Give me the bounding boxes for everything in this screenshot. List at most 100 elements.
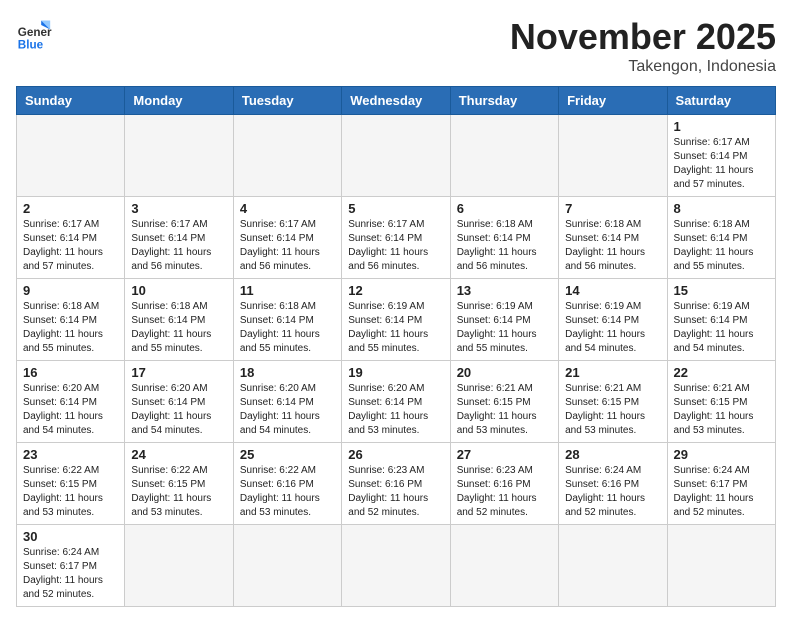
weekday-header-thursday: Thursday [450,87,558,115]
cell-info: Sunrise: 6:22 AM Sunset: 6:15 PM Dayligh… [131,464,226,520]
cell-info: Sunrise: 6:18 AM Sunset: 6:14 PM Dayligh… [131,300,226,356]
day-number: 13 [457,283,552,298]
day-number: 23 [23,447,118,462]
weekday-header-wednesday: Wednesday [342,87,450,115]
calendar-cell: 28 Sunrise: 6:24 AM Sunset: 6:16 PM Dayli… [559,443,667,525]
weekday-header-monday: Monday [125,87,233,115]
calendar-cell: 5 Sunrise: 6:17 AM Sunset: 6:14 PM Daylig… [342,197,450,279]
calendar-cell: 8Sunrise: 6:18 AM Sunset: 6:14 PM Daylig… [667,197,775,279]
calendar-cell: 1 Sunrise: 6:17 AM Sunset: 6:14 PM Daylig… [667,115,775,197]
cell-info: Sunrise: 6:17 AM Sunset: 6:14 PM Dayligh… [131,218,226,274]
day-number: 5 [348,201,443,216]
title-block: November 2025 Takengon, Indonesia [510,16,776,76]
cell-info: Sunrise: 6:18 AM Sunset: 6:14 PM Dayligh… [457,218,552,274]
calendar-cell [17,115,125,197]
calendar-cell [125,525,233,607]
calendar-cell: 2 Sunrise: 6:17 AM Sunset: 6:14 PM Daylig… [17,197,125,279]
week-row-3: 9Sunrise: 6:18 AM Sunset: 6:14 PM Daylig… [17,279,776,361]
day-number: 10 [131,283,226,298]
cell-info: Sunrise: 6:19 AM Sunset: 6:14 PM Dayligh… [457,300,552,356]
calendar-cell [450,525,558,607]
cell-info: Sunrise: 6:18 AM Sunset: 6:14 PM Dayligh… [565,218,660,274]
calendar-cell: 3 Sunrise: 6:17 AM Sunset: 6:14 PM Daylig… [125,197,233,279]
calendar-cell: 23 Sunrise: 6:22 AM Sunset: 6:15 PM Dayli… [17,443,125,525]
calendar-table: SundayMondayTuesdayWednesdayThursdayFrid… [16,86,776,607]
day-number: 7 [565,201,660,216]
calendar-cell: 20 Sunrise: 6:21 AM Sunset: 6:15 PM Dayli… [450,361,558,443]
day-number: 18 [240,365,335,380]
cell-info: Sunrise: 6:17 AM Sunset: 6:14 PM Dayligh… [348,218,443,274]
day-number: 19 [348,365,443,380]
day-number: 3 [131,201,226,216]
cell-info: Sunrise: 6:19 AM Sunset: 6:14 PM Dayligh… [565,300,660,356]
calendar-cell: 19 Sunrise: 6:20 AM Sunset: 6:14 PM Dayli… [342,361,450,443]
cell-info: Sunrise: 6:17 AM Sunset: 6:14 PM Dayligh… [674,136,769,192]
day-number: 11 [240,283,335,298]
week-row-6: 30Sunrise: 6:24 AM Sunset: 6:17 PM Dayli… [17,525,776,607]
day-number: 14 [565,283,660,298]
svg-text:Blue: Blue [18,38,44,51]
cell-info: Sunrise: 6:23 AM Sunset: 6:16 PM Dayligh… [348,464,443,520]
cell-info: Sunrise: 6:24 AM Sunset: 6:16 PM Dayligh… [565,464,660,520]
day-number: 21 [565,365,660,380]
day-number: 20 [457,365,552,380]
cell-info: Sunrise: 6:20 AM Sunset: 6:14 PM Dayligh… [348,382,443,438]
calendar-cell: 17Sunrise: 6:20 AM Sunset: 6:14 PM Dayli… [125,361,233,443]
cell-info: Sunrise: 6:17 AM Sunset: 6:14 PM Dayligh… [23,218,118,274]
calendar-cell [342,525,450,607]
day-number: 29 [674,447,769,462]
weekday-header-row: SundayMondayTuesdayWednesdayThursdayFrid… [17,87,776,115]
cell-info: Sunrise: 6:24 AM Sunset: 6:17 PM Dayligh… [674,464,769,520]
calendar-cell: 26Sunrise: 6:23 AM Sunset: 6:16 PM Dayli… [342,443,450,525]
logo: General Blue [16,16,52,52]
day-number: 24 [131,447,226,462]
header: General Blue November 2025 Takengon, Ind… [16,16,776,76]
calendar-cell: 4 Sunrise: 6:17 AM Sunset: 6:14 PM Daylig… [233,197,341,279]
calendar-cell: 25Sunrise: 6:22 AM Sunset: 6:16 PM Dayli… [233,443,341,525]
cell-info: Sunrise: 6:21 AM Sunset: 6:15 PM Dayligh… [565,382,660,438]
weekday-header-sunday: Sunday [17,87,125,115]
cell-info: Sunrise: 6:23 AM Sunset: 6:16 PM Dayligh… [457,464,552,520]
day-number: 28 [565,447,660,462]
cell-info: Sunrise: 6:17 AM Sunset: 6:14 PM Dayligh… [240,218,335,274]
cell-info: Sunrise: 6:21 AM Sunset: 6:15 PM Dayligh… [457,382,552,438]
cell-info: Sunrise: 6:22 AM Sunset: 6:15 PM Dayligh… [23,464,118,520]
calendar-cell [559,525,667,607]
calendar-cell [342,115,450,197]
calendar-cell: 14 Sunrise: 6:19 AM Sunset: 6:14 PM Dayli… [559,279,667,361]
calendar-cell: 18 Sunrise: 6:20 AM Sunset: 6:14 PM Dayli… [233,361,341,443]
calendar-cell [125,115,233,197]
cell-info: Sunrise: 6:21 AM Sunset: 6:15 PM Dayligh… [674,382,769,438]
calendar-cell: 24 Sunrise: 6:22 AM Sunset: 6:15 PM Dayli… [125,443,233,525]
day-number: 2 [23,201,118,216]
calendar-subtitle: Takengon, Indonesia [510,58,776,76]
weekday-header-tuesday: Tuesday [233,87,341,115]
weekday-header-friday: Friday [559,87,667,115]
calendar-cell: 10 Sunrise: 6:18 AM Sunset: 6:14 PM Dayli… [125,279,233,361]
calendar-cell: 13 Sunrise: 6:19 AM Sunset: 6:14 PM Dayli… [450,279,558,361]
calendar-cell: 21 Sunrise: 6:21 AM Sunset: 6:15 PM Dayli… [559,361,667,443]
day-number: 6 [457,201,552,216]
calendar-cell: 11Sunrise: 6:18 AM Sunset: 6:14 PM Dayli… [233,279,341,361]
week-row-5: 23 Sunrise: 6:22 AM Sunset: 6:15 PM Dayli… [17,443,776,525]
cell-info: Sunrise: 6:19 AM Sunset: 6:14 PM Dayligh… [348,300,443,356]
calendar-cell: 6 Sunrise: 6:18 AM Sunset: 6:14 PM Daylig… [450,197,558,279]
calendar-cell: 7 Sunrise: 6:18 AM Sunset: 6:14 PM Daylig… [559,197,667,279]
cell-info: Sunrise: 6:20 AM Sunset: 6:14 PM Dayligh… [240,382,335,438]
calendar-cell: 29 Sunrise: 6:24 AM Sunset: 6:17 PM Dayli… [667,443,775,525]
day-number: 4 [240,201,335,216]
week-row-4: 16 Sunrise: 6:20 AM Sunset: 6:14 PM Dayli… [17,361,776,443]
day-number: 12 [348,283,443,298]
day-number: 25 [240,447,335,462]
calendar-title: November 2025 [510,16,776,58]
logo-icon: General Blue [16,16,52,52]
day-number: 8 [674,201,769,216]
calendar-cell: 22Sunrise: 6:21 AM Sunset: 6:15 PM Dayli… [667,361,775,443]
calendar-cell: 30Sunrise: 6:24 AM Sunset: 6:17 PM Dayli… [17,525,125,607]
calendar-cell: 27Sunrise: 6:23 AM Sunset: 6:16 PM Dayli… [450,443,558,525]
cell-info: Sunrise: 6:18 AM Sunset: 6:14 PM Dayligh… [23,300,118,356]
day-number: 16 [23,365,118,380]
day-number: 1 [674,119,769,134]
calendar-cell: 9Sunrise: 6:18 AM Sunset: 6:14 PM Daylig… [17,279,125,361]
cell-info: Sunrise: 6:19 AM Sunset: 6:14 PM Dayligh… [674,300,769,356]
